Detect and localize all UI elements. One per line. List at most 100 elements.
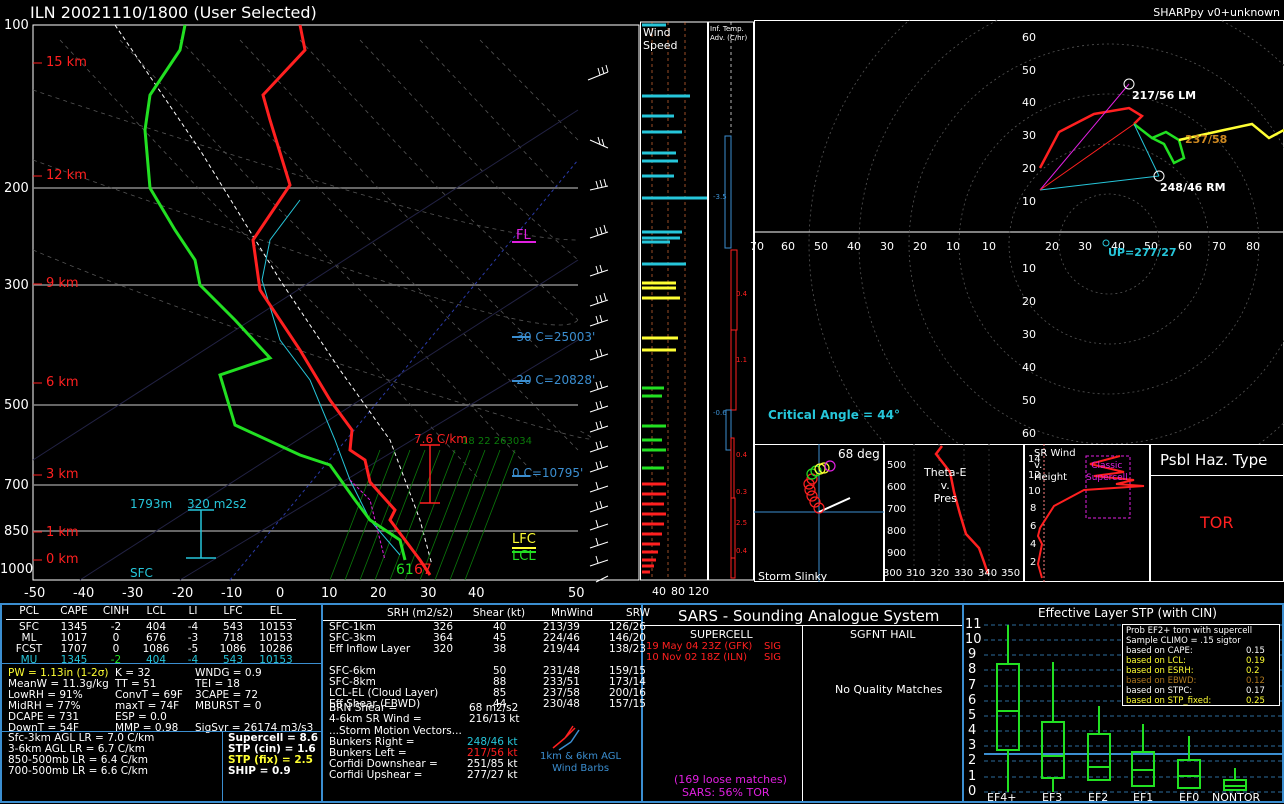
wind-speed-panel: [640, 21, 708, 581]
theta-y-label: 800: [887, 526, 907, 537]
srwind-y-label: 10: [1028, 486, 1041, 497]
stp-x-label: NONTOR: [1212, 791, 1261, 804]
hodo-x-label: 30: [880, 240, 894, 253]
pressure-label: 700: [4, 478, 29, 493]
stp-x-label: EF2: [1088, 791, 1109, 804]
theta-y-label: 500: [887, 460, 907, 471]
hodo-x-label: 40: [847, 240, 861, 253]
sfc-temp-label: 67: [414, 562, 432, 578]
sfc-label: SFC: [130, 566, 153, 580]
temperature-trace: [251, 24, 432, 576]
theta-y-label: 700: [887, 504, 907, 515]
sars-loose-matches: (169 loose matches): [674, 773, 787, 786]
wind-barbs: [587, 64, 609, 583]
hodo-lower-y-label: 40: [1022, 361, 1036, 374]
pressure-label: 500: [4, 398, 29, 413]
theta-x-label: 320: [930, 568, 950, 579]
lcl-label: LCL: [512, 549, 536, 564]
advection-value: 0.3: [736, 488, 748, 496]
hodograph-trace-red: [1038, 106, 1145, 169]
stp-y-label: 10: [965, 632, 982, 647]
theta-x-label: 350: [1001, 568, 1021, 579]
hodo-x-label: 60: [781, 240, 795, 253]
temp-axis-label: 40: [468, 586, 485, 601]
slinky-title: Storm Slinky: [758, 570, 828, 583]
sars-tor-percent: SARS: 56% TOR: [682, 786, 770, 799]
brn-shear: BRN Shear = 68 m2/s2 4-6km SR Wind = 216/1…: [329, 702, 520, 725]
stp-y-label: 5: [968, 708, 977, 723]
fl-label: FL: [516, 228, 531, 243]
advection-value: 0.4: [736, 290, 748, 298]
stp-x-label: EF0: [1179, 791, 1200, 804]
stp-y-label: 7: [968, 678, 977, 693]
theta-y-label: 600: [887, 482, 907, 493]
temp-axis-label: -50: [24, 586, 46, 601]
theta-x-label: 340: [978, 568, 998, 579]
hodograph-trace-green: [1133, 123, 1186, 165]
theta-x-label: 310: [906, 568, 926, 579]
sars-match-1: 19 May 04 23Z (GFK): [646, 641, 753, 652]
height-label: 6 km: [46, 375, 79, 390]
theta-y-label: 900: [887, 548, 907, 559]
agl-barbs-label: 1km & 6km AGL Wind Barbs: [540, 751, 622, 774]
parcel-trace: [114, 24, 433, 566]
parcel-table-header: PCL CAPE CINH LCL LI LFC EL: [19, 605, 283, 617]
advection-value: 2.5: [736, 519, 748, 527]
height-label: 9 km: [46, 276, 79, 291]
version-label: SHARPpy v0+unknown: [1153, 6, 1280, 19]
sars-title: SARS - Sounding Analogue System: [678, 607, 940, 625]
height-label: 0 km: [46, 552, 79, 567]
pressure-label: 100: [4, 18, 29, 33]
stp-title: Effective Layer STP (with CIN): [1038, 606, 1217, 620]
sars-supercell-title: SUPERCELL: [690, 628, 753, 641]
agl-wind-barbs: [552, 725, 580, 751]
hodo-y-label: 50: [1022, 64, 1036, 77]
parcel-table: PCL CAPE CINH LCL LI LFC EL SFC 1345 -2 404…: [6, 606, 296, 666]
pressure-label: 300: [4, 278, 29, 293]
indices-col3: WNDG = 0.9 TEI = 18 3CAPE = 72 MBURST = …: [195, 667, 314, 734]
kinematic-row: SFC-1km 326 40 213/39 126/26: [329, 621, 646, 633]
kinematic-row: Eff Inflow Layer 320 38 219/44 138/23: [329, 643, 646, 655]
pressure-label: 1000: [0, 562, 34, 577]
height-label: 12 km: [46, 168, 87, 183]
hodo-x-label: 30: [1078, 240, 1092, 253]
sars-match-1-class: SIG: [764, 641, 782, 652]
hodo-x-label: 20: [1045, 240, 1059, 253]
dewpoint-trace: [143, 24, 407, 561]
wind-speed-axis-40: 40: [652, 585, 666, 598]
hodo-lower-y-label: 20: [1022, 295, 1036, 308]
stp-x-label: EF3: [1042, 791, 1063, 804]
advection-value: -0.6: [713, 409, 727, 417]
stp-y-label: 9: [968, 647, 977, 662]
theta-x-label: 330: [954, 568, 974, 579]
rm-label: 248/46 RM: [1160, 181, 1226, 194]
lapse-rates: Sfc-3km AGL LR = 7.0 C/km 3-6km AGL LR =…: [8, 732, 155, 777]
advection-value: -3.5: [713, 193, 727, 201]
sars-match-2: 10 Nov 02 18Z (ILN): [646, 652, 748, 663]
temp-axis-label: -40: [73, 586, 95, 601]
advection-value: 0.4: [736, 451, 748, 459]
temp-advection-panel: [708, 21, 754, 581]
stp-x-label: EF1: [1133, 791, 1154, 804]
hodo-x-label: 10: [982, 240, 996, 253]
pressure-label: 200: [4, 181, 29, 196]
lfc-label: LFC: [512, 532, 536, 547]
temp-axis-label: 50: [568, 586, 585, 601]
lm-label: 217/56 LM: [1132, 89, 1197, 102]
hodograph-panel[interactable]: [754, 20, 1284, 445]
kinematic-row: SFC-6km 50 231/48 159/15: [329, 665, 646, 677]
hodo-y-label: 30: [1022, 129, 1036, 142]
hodo-x-label: 70: [1212, 240, 1226, 253]
kinematic-table: SFC-1km 326 40 213/39 126/26 SFC-3km 364 45 224…: [329, 622, 646, 710]
isotherm-height-label: -30 C=25003': [512, 330, 596, 344]
inflow-srh-label: 320 m2s2: [187, 497, 247, 511]
kinematic-header: SRH (m2/s2) Shear (kt) MnWind SRW: [387, 607, 650, 619]
wind-speed-axis-80: 80: [671, 585, 685, 598]
hodo-y-label: 10: [1022, 195, 1036, 208]
skewt-panel[interactable]: [0, 20, 640, 602]
height-label: 3 km: [46, 467, 79, 482]
composite-indices: Supercell = 8.6 STP (cin) = 1.6 STP (fix…: [228, 732, 319, 777]
lapse-rate-label: 7.6 C/km: [414, 432, 468, 446]
height-label: 1 km: [46, 525, 79, 540]
sfc-dewpoint-label: 61: [396, 562, 414, 578]
